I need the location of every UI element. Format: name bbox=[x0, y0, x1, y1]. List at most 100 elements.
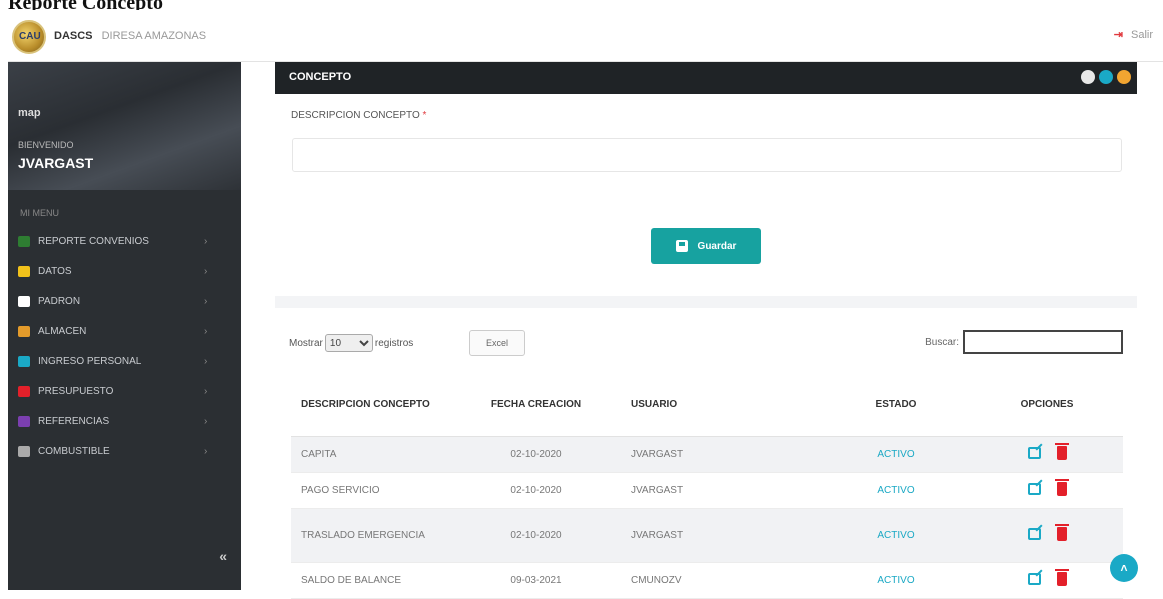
sidebar-menu: REPORTE CONVENIOS › DATOS › PADRON › ALMACEN › I… bbox=[8, 226, 241, 466]
app-logo[interactable]: CAU bbox=[12, 20, 46, 54]
save-button[interactable]: Guardar bbox=[651, 228, 761, 264]
cell-estado: ACTIVO bbox=[821, 472, 971, 509]
budget-icon bbox=[18, 385, 30, 397]
row-actions bbox=[1027, 479, 1069, 496]
required-mark: * bbox=[422, 110, 427, 121]
sidebar-item-label: PADRON bbox=[38, 295, 81, 307]
show-suffix: registros bbox=[374, 337, 414, 349]
chevron-right-icon: › bbox=[204, 265, 208, 277]
table-section: Mostrar 10 registros Excel Buscar: DESCR… bbox=[275, 308, 1137, 599]
row-actions bbox=[1027, 524, 1069, 541]
logout-link[interactable]: ⇥ Salir bbox=[1114, 28, 1153, 41]
panel-header: CONCEPTO bbox=[275, 62, 1137, 94]
sidebar-item-label: ALMACEN bbox=[38, 325, 87, 337]
sidebar-item[interactable]: DATOS › bbox=[8, 256, 241, 286]
trash-icon[interactable] bbox=[1054, 524, 1069, 541]
save-label: Guardar bbox=[697, 240, 737, 252]
column-header-usuario[interactable]: USUARIO bbox=[621, 374, 821, 437]
logo-text: CAU bbox=[19, 31, 41, 42]
sidebar-item[interactable]: PRESUPUESTO › bbox=[8, 376, 241, 406]
column-header-opciones[interactable]: OPCIONES bbox=[971, 374, 1123, 437]
table-row: SALDO DE BALANCE 09-03-2021 CMUNOZV ACTIVO bbox=[291, 562, 1123, 599]
column-header-fecha[interactable]: FECHA CREACION bbox=[451, 374, 621, 437]
sidebar-brand: map bbox=[18, 107, 41, 119]
brand: DASCS DIRESA AMAZONAS bbox=[54, 30, 206, 42]
collapse-sidebar-button[interactable]: « bbox=[219, 548, 227, 564]
row-actions bbox=[1027, 569, 1069, 586]
search-label: Buscar: bbox=[925, 336, 959, 348]
org-name: DIRESA AMAZONAS bbox=[101, 30, 207, 42]
chevron-right-icon: › bbox=[204, 355, 208, 367]
database-icon bbox=[18, 265, 30, 277]
row-actions bbox=[1027, 443, 1069, 460]
cell-estado: ACTIVO bbox=[821, 436, 971, 473]
sidebar-item-label: DATOS bbox=[38, 265, 72, 277]
report-icon bbox=[18, 235, 30, 247]
chevron-right-icon: › bbox=[204, 385, 208, 397]
cell-fecha: 02-10-2020 bbox=[451, 472, 621, 509]
sidebar-item[interactable]: INGRESO PERSONAL › bbox=[8, 346, 241, 376]
cell-opciones bbox=[971, 436, 1123, 473]
table-header-row: DESCRIPCION CONCEPTO FECHA CREACION USUA… bbox=[291, 374, 1123, 437]
cell-fecha: 02-10-2020 bbox=[451, 508, 621, 563]
sidebar-item[interactable]: COMBUSTIBLE › bbox=[8, 436, 241, 466]
trash-icon[interactable] bbox=[1054, 569, 1069, 586]
logout-label: Salir bbox=[1130, 29, 1153, 41]
page-caption: Reporte Concepto bbox=[8, 0, 163, 14]
scroll-to-top-button[interactable]: ˄ bbox=[1110, 554, 1138, 582]
sidebar-item-label: REPORTE CONVENIOS bbox=[38, 235, 149, 247]
cell-descripcion: PAGO SERVICIO bbox=[291, 472, 451, 509]
cell-opciones bbox=[971, 472, 1123, 509]
sidebar-item[interactable]: REFERENCIAS › bbox=[8, 406, 241, 436]
trash-icon[interactable] bbox=[1054, 443, 1069, 460]
expand-icon[interactable] bbox=[1081, 70, 1095, 84]
welcome-text: BIENVENIDO bbox=[18, 140, 74, 150]
sidebar-item-label: INGRESO PERSONAL bbox=[38, 355, 142, 367]
menu-title: MI MENU bbox=[20, 208, 59, 218]
cell-usuario: JVARGAST bbox=[621, 472, 821, 509]
excel-export-button[interactable]: Excel bbox=[469, 330, 525, 356]
panel-body: DESCRIPCION CONCEPTO * Guardar Mostrar 1… bbox=[275, 94, 1137, 599]
trash-icon[interactable] bbox=[1054, 479, 1069, 496]
cell-estado: ACTIVO bbox=[821, 562, 971, 599]
cell-usuario: JVARGAST bbox=[621, 436, 821, 473]
sidebar-item[interactable]: PADRON › bbox=[8, 286, 241, 316]
chevron-right-icon: › bbox=[204, 295, 208, 307]
cell-descripcion: SALDO DE BALANCE bbox=[291, 562, 451, 599]
username: JVARGAST bbox=[18, 155, 94, 171]
table-row: TRASLADO EMERGENCIA 02-10-2020 JVARGAST ACT… bbox=[291, 508, 1123, 563]
table-icon bbox=[18, 295, 30, 307]
page-size-control: Mostrar 10 registros bbox=[289, 334, 413, 352]
panel-title: CONCEPTO bbox=[289, 71, 352, 83]
sidebar-item[interactable]: REPORTE CONVENIOS › bbox=[8, 226, 241, 256]
edit-icon[interactable] bbox=[1027, 528, 1041, 540]
column-header-descripcion[interactable]: DESCRIPCION CONCEPTO bbox=[291, 374, 451, 437]
table-row: PAGO SERVICIO 02-10-2020 JVARGAST ACTIVO bbox=[291, 472, 1123, 509]
refresh-icon[interactable] bbox=[1099, 70, 1113, 84]
edit-icon[interactable] bbox=[1027, 573, 1041, 585]
concept-form: DESCRIPCION CONCEPTO * Guardar bbox=[275, 94, 1137, 296]
description-input[interactable] bbox=[292, 138, 1122, 172]
sidebar-item-label: COMBUSTIBLE bbox=[38, 445, 110, 457]
reference-icon bbox=[18, 415, 30, 427]
edit-icon[interactable] bbox=[1027, 447, 1041, 459]
sidebar-item[interactable]: ALMACEN › bbox=[8, 316, 241, 346]
chevron-up-icon: ˄ bbox=[1120, 561, 1128, 575]
page-size-select[interactable]: 10 bbox=[324, 334, 373, 352]
cell-fecha: 09-03-2021 bbox=[451, 562, 621, 599]
chevron-right-icon: › bbox=[204, 325, 208, 337]
concept-table: DESCRIPCION CONCEPTO FECHA CREACION USUA… bbox=[291, 374, 1123, 599]
user-add-icon bbox=[18, 355, 30, 367]
minimize-icon[interactable] bbox=[1117, 70, 1131, 84]
cell-opciones bbox=[971, 562, 1123, 599]
column-header-estado[interactable]: ESTADO bbox=[821, 374, 971, 437]
edit-icon[interactable] bbox=[1027, 483, 1041, 495]
description-label-text: DESCRIPCION CONCEPTO bbox=[291, 110, 420, 121]
sidebar-item-label: REFERENCIAS bbox=[38, 415, 110, 427]
cell-descripcion: TRASLADO EMERGENCIA bbox=[291, 508, 451, 563]
boxes-icon bbox=[18, 325, 30, 337]
chevron-right-icon: › bbox=[204, 235, 208, 247]
cell-usuario: JVARGAST bbox=[621, 508, 821, 563]
logout-icon: ⇥ bbox=[1113, 29, 1123, 41]
search-input[interactable] bbox=[963, 330, 1123, 354]
